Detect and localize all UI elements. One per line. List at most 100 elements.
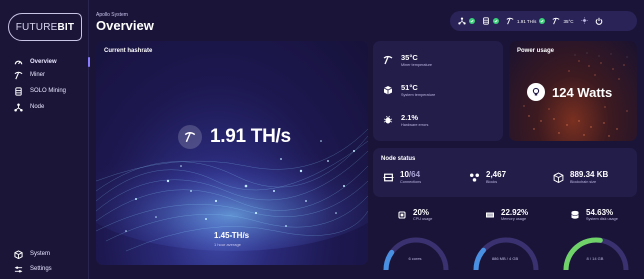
hardware-errors-label: Hardware errors <box>401 123 429 127</box>
disk-usage-label: System disk usage <box>586 217 618 221</box>
blocks-label: Blocks <box>486 180 498 184</box>
system-temperature-value: 51°C <box>401 83 418 92</box>
blockchain-size-value: 889.34 KB <box>570 170 609 179</box>
sidebar-item-label: Overview <box>30 59 57 65</box>
memory-usage-header: 22.92% Memory usage <box>484 208 528 221</box>
sidebar-item-overview[interactable]: Overview <box>0 55 90 69</box>
sidebar-item-label: System <box>30 251 51 257</box>
sun-icon <box>580 17 588 25</box>
disk-usage-card: 54.63% System disk usage 8 / 14 GB <box>553 201 637 270</box>
sidebar-item-label: Settings <box>30 266 52 272</box>
check-icon <box>539 18 546 24</box>
power-card-title: Power usage <box>517 48 555 54</box>
memory-usage-label: Memory usage <box>501 217 527 221</box>
system-temperature-label: System temperature <box>401 93 436 97</box>
logo-text-bold: BIT <box>57 21 75 33</box>
sidebar-item-label: SOLO Mining <box>30 88 67 94</box>
hardware-errors-metric: 2.1% Hardware errors <box>381 113 428 127</box>
cpu-usage-detail: 6 cores <box>408 256 422 261</box>
status-temperature: 35°C <box>563 18 574 24</box>
check-icon <box>469 18 475 24</box>
hashrate-card-title: Current hashrate <box>104 48 153 54</box>
memory-usage-gauge <box>473 237 539 270</box>
miner-metrics-card: 35°C Miner temperature 51°C System tempe… <box>373 41 503 141</box>
cube-icon <box>381 83 395 97</box>
gauge-fill <box>383 249 395 270</box>
page-title: Overview <box>96 18 154 33</box>
bug-icon <box>381 113 395 127</box>
database-icon <box>569 209 580 220</box>
blocks-icon <box>467 170 481 184</box>
sidebar: FUTUREBIT Overview Miner SOLO Mining Nod… <box>0 0 90 279</box>
hashrate-main: 1.91 TH/s <box>178 125 291 149</box>
futurebit-logo[interactable]: FUTUREBIT <box>8 13 82 41</box>
theme-toggle-button[interactable] <box>580 17 588 25</box>
gauge-icon <box>14 58 23 67</box>
cube-icon <box>14 249 23 259</box>
disk-usage-value: 54.63% <box>586 208 614 217</box>
hardware-errors-value: 2.1% <box>401 113 419 122</box>
gauge-track <box>383 237 449 270</box>
memory-usage-card: 22.92% Memory usage 886 MB / 4 GB <box>463 201 547 270</box>
disk-usage-detail: 8 / 14 GB <box>586 256 604 261</box>
pickaxe-icon <box>178 125 202 149</box>
cpu-usage-label: CPU usage <box>413 217 433 221</box>
power-icon <box>595 17 603 26</box>
temperature-status[interactable]: 35°C <box>552 17 574 26</box>
power-button[interactable] <box>595 17 603 26</box>
miner-status-indicator[interactable]: 1.91 TH/s <box>506 17 546 26</box>
logo-text-thin: FUTURE <box>15 21 58 33</box>
memory-usage-value: 22.92% <box>501 208 529 217</box>
cpu-icon <box>396 209 407 220</box>
gauge-track <box>473 237 539 270</box>
pickaxe-icon <box>552 17 560 26</box>
system-temperature-metric: 51°C System temperature <box>381 83 435 97</box>
connections-icon <box>381 170 395 184</box>
disk-usage-gauge <box>563 237 629 270</box>
connections-value: 10 <box>400 170 409 179</box>
node-status-title: Node status <box>381 156 416 162</box>
sidebar-item-system[interactable]: System <box>0 247 89 261</box>
memory-icon <box>484 209 495 220</box>
status-bar: 1.91 TH/s 35°C <box>450 11 637 31</box>
cpu-usage-gauge <box>383 237 449 270</box>
miner-temperature-label: Miner temperature <box>401 63 433 67</box>
check-icon <box>493 18 499 24</box>
pickaxe-icon <box>14 71 23 80</box>
connections-stat: 10/64 Connections <box>381 170 421 184</box>
database-icon <box>482 16 490 26</box>
blockchain-icon <box>551 170 565 184</box>
blockchain-size-label: Blockchain size <box>570 180 597 184</box>
pickaxe-icon <box>506 17 514 26</box>
miner-temperature-metric: 35°C Miner temperature <box>381 53 432 67</box>
sidebar-item-label: Node <box>30 104 45 110</box>
sidebar-item-solo-mining[interactable]: SOLO Mining <box>0 84 89 98</box>
node-status-indicator[interactable] <box>458 16 475 26</box>
cpu-usage-value: 20% <box>413 208 430 217</box>
power-main: 124 Watts <box>527 83 612 101</box>
connections-label: Connections <box>400 180 422 184</box>
sidebar-item-label: Miner <box>30 72 46 78</box>
sidebar-item-settings[interactable]: Settings <box>0 262 89 276</box>
bulb-icon <box>527 83 545 101</box>
gauge-track <box>563 237 629 270</box>
memory-usage-detail: 886 MB / 4 GB <box>491 256 519 261</box>
cpu-usage-header: 20% CPU usage <box>396 208 432 221</box>
node-status-card: Node status 10/64 Connections 2,467 Bloc… <box>373 148 637 197</box>
power-usage-card: Power usage 124 Watts <box>509 41 637 141</box>
status-hashrate: 1.91 TH/s <box>517 18 537 24</box>
sidebar-item-node[interactable]: Node <box>0 100 89 114</box>
cpu-usage-card: 20% CPU usage 6 cores <box>373 201 457 270</box>
hashrate-card: Current hashrate 1.91 TH/s 1.45 TH/s 1 h… <box>96 41 368 265</box>
hashrate-value: 1.91 TH/s <box>210 126 291 147</box>
network-icon <box>458 16 466 26</box>
hashrate-average-value: 1.45 TH/s <box>214 231 250 240</box>
solo-status-indicator[interactable] <box>482 16 499 26</box>
blockchain-size-stat: 889.34 KB Blockchain size <box>551 170 608 184</box>
disk-usage-header: 54.63% System disk usage <box>569 208 618 221</box>
gauge-fill <box>563 237 603 270</box>
connections-max: /64 <box>408 170 421 179</box>
power-value: 124 Watts <box>552 84 613 100</box>
sidebar-item-miner[interactable]: Miner <box>0 68 89 82</box>
miner-temperature-value: 35°C <box>401 53 418 62</box>
